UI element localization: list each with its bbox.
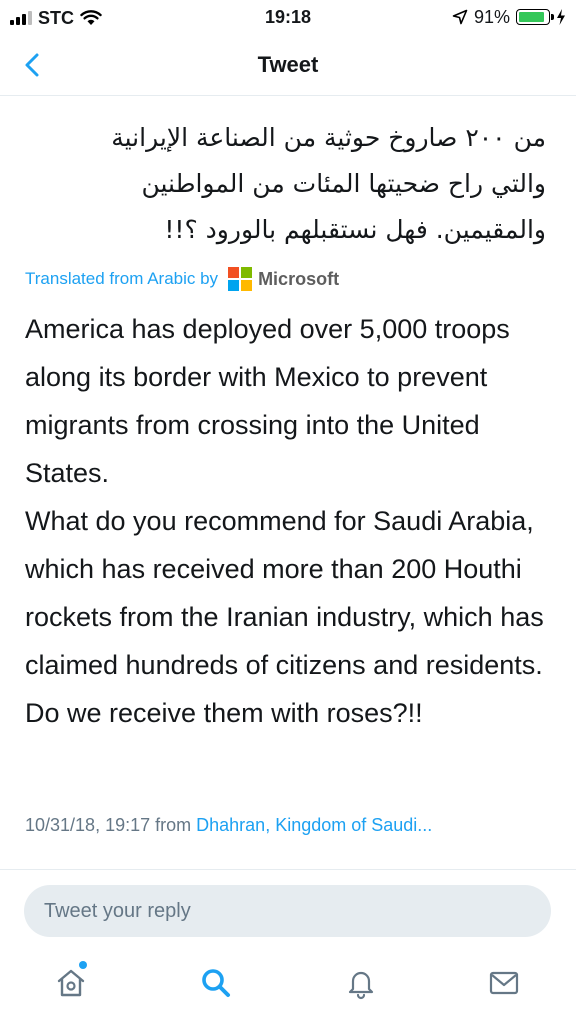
tweet-original-line: من ٢٠٠ صاروخ حوثية من الصناعة الإيرانية — [111, 123, 546, 152]
status-bar: STC 19:18 91% — [0, 0, 576, 36]
tweet-detail: من ٢٠٠ صاروخ حوثية من الصناعة الإيرانية … — [0, 97, 576, 867]
search-icon — [202, 969, 230, 997]
reply-placeholder: Tweet your reply — [44, 899, 191, 922]
translation-attribution[interactable]: Translated from Arabic by Microsoft — [25, 267, 339, 291]
tweet-original-text: من ٢٠٠ صاروخ حوثية من الصناعة الإيرانية … — [20, 97, 546, 253]
status-right: 91% — [452, 6, 566, 28]
battery-level — [519, 12, 545, 22]
tweet-location-link[interactable]: Dhahran, Kingdom of Saudi... — [196, 815, 432, 835]
tab-messages[interactable] — [484, 963, 524, 1003]
tweet-timestamp: 10/31/18, 19:17 from — [25, 815, 192, 835]
tab-notifications[interactable] — [341, 963, 381, 1003]
mail-icon — [489, 971, 519, 995]
tab-home[interactable] — [51, 961, 91, 1003]
translator-name: Microsoft — [258, 268, 340, 289]
tweet-original-line: والتي راح ضحيتها المئات من المواطنين — [141, 169, 546, 198]
microsoft-logo-icon — [228, 267, 253, 291]
translated-from-label: Translated from Arabic by — [25, 269, 219, 288]
tab-bar — [0, 955, 576, 1024]
reply-input[interactable]: Tweet your reply — [24, 885, 551, 937]
home-icon — [57, 969, 85, 997]
navigation-bar: Tweet — [0, 36, 576, 96]
bell-icon — [348, 971, 374, 1000]
notification-dot — [79, 961, 87, 969]
battery-icon — [516, 9, 554, 25]
tweet-translation-text: America has deployed over 5,000 troops a… — [25, 314, 544, 728]
battery-percent: 91% — [473, 6, 510, 27]
tab-search[interactable] — [196, 963, 236, 1003]
tweet-original-line: والمقيمين. فهل نستقبلهم بالورود ؟!! — [164, 215, 546, 244]
divider — [0, 869, 576, 870]
charging-bolt-icon — [557, 9, 565, 25]
location-arrow-icon — [452, 9, 468, 25]
tweet-metadata: 10/31/18, 19:17 from Dhahran, Kingdom of… — [25, 815, 432, 836]
page-title: Tweet — [257, 52, 319, 77]
